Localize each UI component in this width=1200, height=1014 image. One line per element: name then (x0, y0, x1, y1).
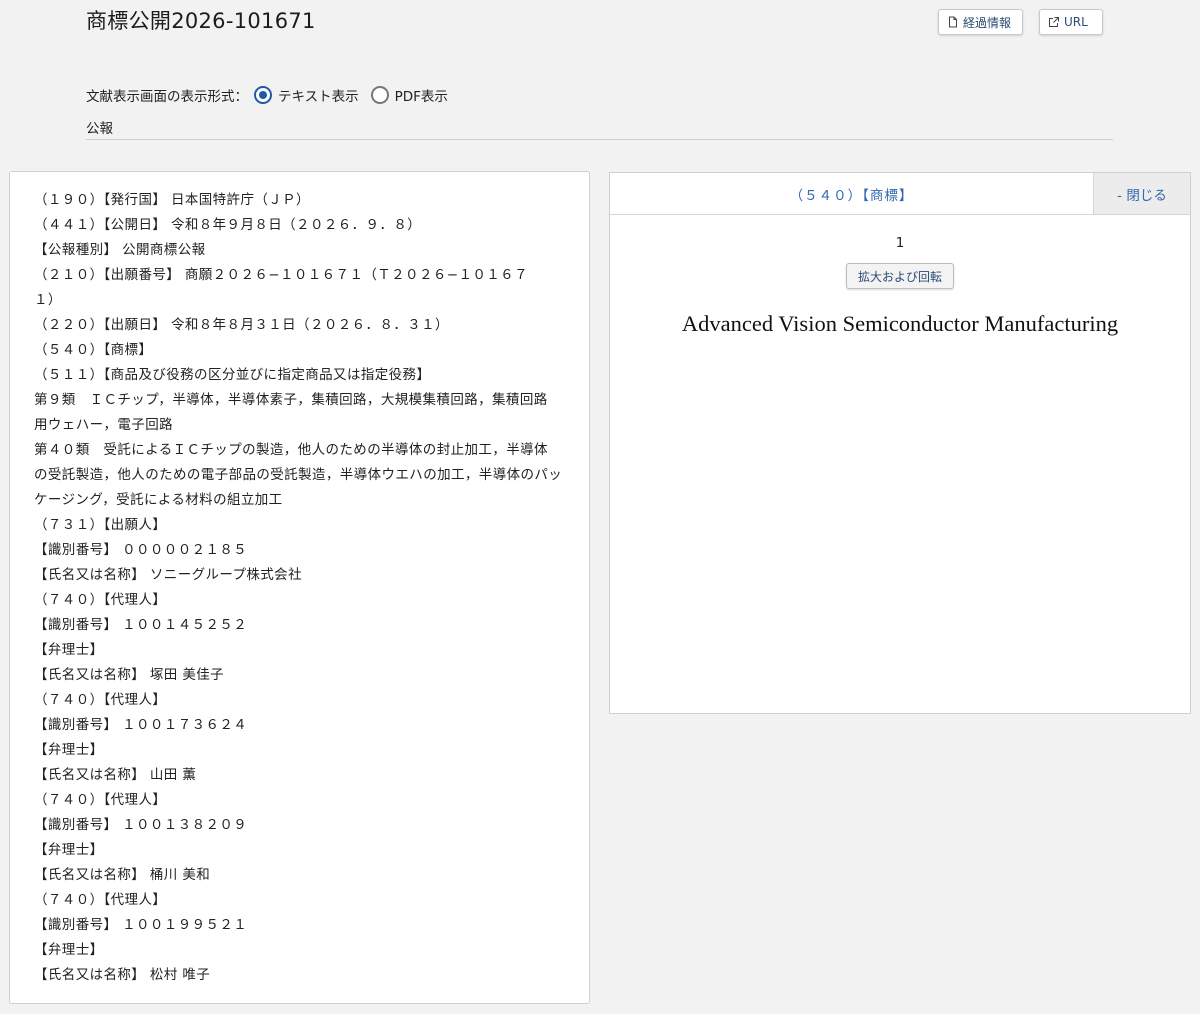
document-line: ケージング，受託による材料の組立加工 (34, 492, 283, 508)
document-line: （７４０）【代理人】 (34, 592, 167, 608)
pdf-display-label[interactable]: PDF表示 (395, 85, 448, 105)
document-line: （５４０）【商標】 (34, 342, 153, 358)
document-line: 用ウェハー，電子回路 (34, 417, 173, 433)
document-line: 【識別番号】 １００１７３６２４ (34, 717, 248, 733)
pdf-display-radio[interactable] (370, 86, 389, 104)
document-line: 【弁理士】 (34, 642, 104, 658)
trademark-panel: （５４０）【商標】 - 閉じる 1 拡大および回転 Advanced Visio… (609, 172, 1191, 714)
display-format-selector: 文献表示画面の表示形式： テキスト表示 PDF表示 (86, 82, 454, 108)
page-title: 商標公開2026-101671 (86, 9, 316, 33)
document-line: 【識別番号】 ０００００２１８５ (34, 542, 248, 558)
history-info-button[interactable]: 経過情報 (938, 9, 1023, 35)
trademark-panel-header: （５４０）【商標】 - 閉じる (610, 173, 1190, 215)
document-line: 【氏名又は名称】 桶川 美和 (34, 867, 211, 883)
document-text-panel: （１９０）【発行国】 日本国特許庁（ＪＰ） （４４１）【公開日】 令和８年９月８日… (9, 171, 590, 1004)
document-line: （２１０）【出願番号】 商願２０２６−１０１６７１（Ｔ２０２６−１０１６７ (34, 267, 528, 283)
document-line: 【弁理士】 (34, 842, 104, 858)
document-line: 【氏名又は名称】 塚田 美佳子 (34, 667, 225, 683)
document-line: の受託製造，他人のための電子部品の受託製造，半導体ウエハの加工，半導体のパッ (34, 467, 563, 483)
document-line: １） (34, 292, 62, 308)
trademark-panel-title: （５４０）【商標】 (789, 187, 914, 204)
document-line: 第４０類 受託によるＩＣチップの製造，他人のための半導体の封止加工，半導体 (34, 442, 548, 458)
document-line: （７４０）【代理人】 (34, 892, 167, 908)
document-line: 【弁理士】 (34, 942, 104, 958)
document-line: 【氏名又は名称】 山田 薫 (34, 767, 197, 783)
trademark-image-text: Advanced Vision Semiconductor Manufactur… (681, 311, 1119, 336)
document-line: （７４０）【代理人】 (34, 792, 167, 808)
history-info-label: 経過情報 (963, 15, 1012, 30)
zoom-rotate-button[interactable]: 拡大および回転 (846, 263, 954, 289)
display-format-label: 文献表示画面の表示形式： (86, 89, 248, 105)
page-number: 1 (895, 235, 905, 251)
document-icon (949, 16, 957, 28)
document-line: （１９０）【発行国】 日本国特許庁（ＪＰ） (34, 192, 310, 208)
text-display-label[interactable]: テキスト表示 (278, 85, 359, 105)
document-line: （２２０）【出願日】 令和８年８月３１日（２０２６．８．３１） (34, 317, 449, 333)
document-line: 【識別番号】 １００１９９５２１ (34, 917, 248, 933)
text-display-radio[interactable] (254, 86, 272, 104)
close-button[interactable]: - 閉じる (1093, 173, 1190, 214)
document-line: 【氏名又は名称】 松村 唯子 (34, 967, 211, 983)
external-link-icon (1049, 17, 1059, 27)
document-line: （７３１）【出願人】 (34, 517, 167, 533)
document-line: 【公報種別】 公開商標公報 (34, 242, 206, 258)
document-line: 【識別番号】 １００１４５２５２ (34, 617, 248, 633)
document-line: 【氏名又は名称】 ソニーグループ株式会社 (34, 567, 302, 583)
section-divider (86, 139, 1113, 140)
document-line: 【弁理士】 (34, 742, 104, 758)
document-line: （７４０）【代理人】 (34, 692, 167, 708)
url-label: URL (1064, 15, 1088, 29)
document-lines: （１９０）【発行国】 日本国特許庁（ＪＰ） （４４１）【公開日】 令和８年９月８日… (34, 188, 571, 988)
section-label: 公報 (86, 121, 113, 137)
document-line: 第９類 ＩＣチップ，半導体，半導体素子，集積回路，大規模集積回路，集積回路 (34, 392, 548, 408)
document-line: （４４１）【公開日】 令和８年９月８日（２０２６．９．８） (34, 217, 422, 233)
url-button[interactable]: URL (1039, 9, 1103, 35)
document-line: 【識別番号】 １００１３８２０９ (34, 817, 248, 833)
document-line: （５１１）【商品及び役務の区分並びに指定商品又は指定役務】 (34, 367, 431, 383)
